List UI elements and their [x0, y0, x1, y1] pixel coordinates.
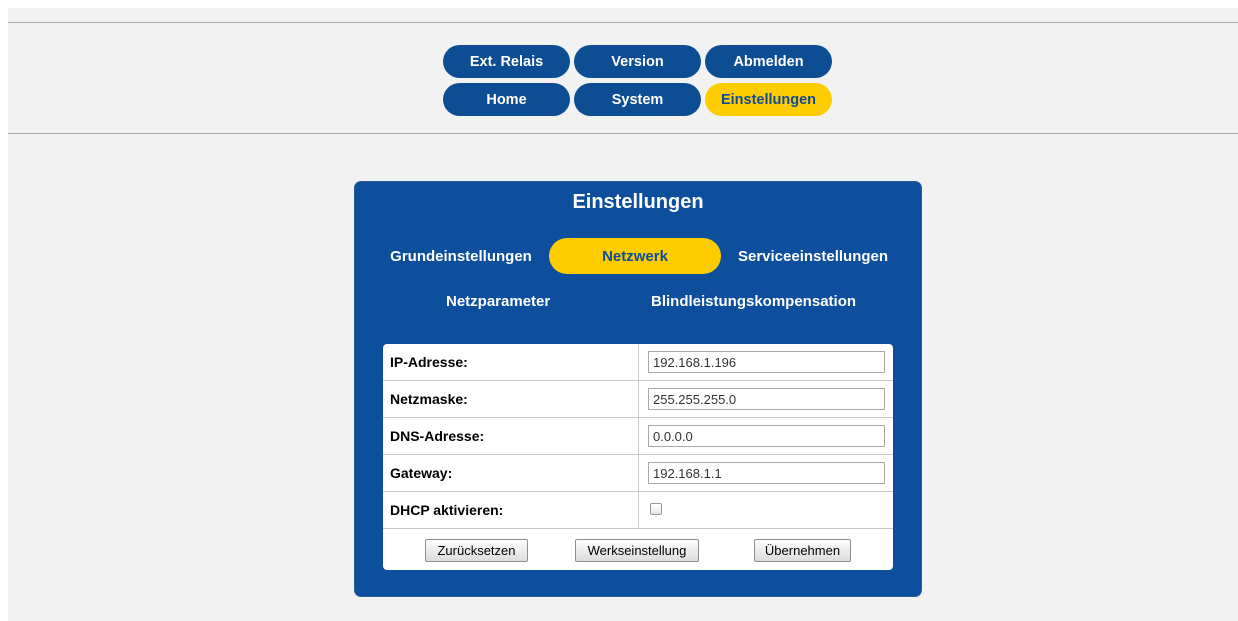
header-divider: [8, 133, 1238, 134]
panel-title: Einstellungen: [572, 191, 704, 213]
reset-button[interactable]: Zurücksetzen: [425, 539, 528, 562]
subtab-netzparameter[interactable]: Netzparameter: [446, 293, 550, 310]
tab-netzwerk[interactable]: Netzwerk: [549, 238, 721, 274]
dns-address-label: DNS-Adresse:: [390, 428, 485, 444]
dns-address-row: DNS-Adresse:: [383, 418, 893, 455]
nav-home-button[interactable]: Home: [443, 83, 570, 116]
gateway-input[interactable]: [648, 462, 885, 484]
gateway-label: Gateway:: [390, 465, 453, 481]
tab-serviceeinstellungen[interactable]: Serviceeinstellungen: [721, 238, 905, 274]
nav-ext-relais-button[interactable]: Ext. Relais: [443, 45, 570, 78]
apply-button[interactable]: Übernehmen: [754, 539, 851, 562]
factory-settings-button[interactable]: Werkseinstellung: [575, 539, 699, 562]
dns-address-input[interactable]: [648, 425, 885, 447]
nav-abmelden-button[interactable]: Abmelden: [705, 45, 832, 78]
ip-address-label: IP-Adresse:: [390, 354, 468, 370]
form-buttons: Zurücksetzen Werkseinstellung Übernehmen: [383, 529, 893, 570]
netmask-label: Netzmaske:: [390, 391, 468, 407]
nav-system-button[interactable]: System: [574, 83, 701, 116]
network-settings-form: IP-Adresse: Netzmaske: DNS-Adresse: Gate…: [383, 344, 893, 570]
subtab-blindleistungskompensation[interactable]: Blindleistungskompensation: [651, 293, 856, 310]
ip-address-input[interactable]: [648, 351, 885, 373]
tab-grundeinstellungen[interactable]: Grundeinstellungen: [373, 238, 549, 274]
dhcp-row: DHCP aktivieren:: [383, 492, 893, 529]
netmask-input[interactable]: [648, 388, 885, 410]
settings-panel: Einstellungen Grundeinstellungen Netzwer…: [354, 181, 922, 597]
nav-einstellungen-button[interactable]: Einstellungen: [705, 83, 832, 116]
ip-address-row: IP-Adresse:: [383, 344, 893, 381]
gateway-row: Gateway:: [383, 455, 893, 492]
dhcp-checkbox[interactable]: [650, 503, 662, 515]
nav-version-button[interactable]: Version: [574, 45, 701, 78]
netmask-row: Netzmaske:: [383, 381, 893, 418]
top-divider: [8, 22, 1238, 23]
dhcp-label: DHCP aktivieren:: [390, 502, 504, 518]
